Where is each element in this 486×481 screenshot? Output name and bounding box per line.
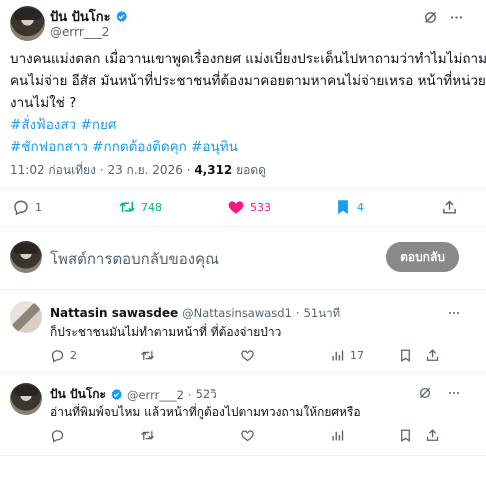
grok-icon[interactable]	[418, 386, 432, 400]
views-count: 17	[350, 349, 364, 362]
share-icon[interactable]	[425, 428, 440, 443]
reply-author-handle[interactable]: @errr___2	[127, 388, 184, 402]
tweet-body-line: บางคนแม่งตลก เมื่อวานเขาพูดเรื่องกยศ แม่…	[10, 51, 486, 67]
divider	[0, 226, 486, 227]
separator: ·	[186, 163, 191, 177]
tweet-date[interactable]: 23 ก.ย. 2026	[107, 163, 182, 177]
reply-author-handle[interactable]: @Nattasinsawasd1	[182, 306, 292, 320]
tweet-meta: 11:02 ก่อนเที่ยง · 23 ก.ย. 2026 · 4,312 …	[10, 161, 266, 180]
divider	[0, 455, 486, 456]
views-icon[interactable]	[330, 428, 345, 443]
reply-time[interactable]: 51นาที	[304, 305, 341, 323]
like-action[interactable]: 533	[227, 198, 271, 216]
views-count: 4,312	[194, 163, 233, 177]
like-icon[interactable]	[240, 348, 255, 363]
share-icon[interactable]	[441, 199, 458, 216]
bookmark-count: 4	[357, 200, 364, 214]
divider	[0, 372, 486, 373]
tweet-body: บางคนแม่งตลก เมื่อวานเขาพูดเรื่องกยศ แม่…	[10, 48, 486, 158]
verified-badge-icon	[115, 10, 127, 22]
reply-author-name[interactable]: Nattasin sawasdee	[50, 306, 178, 320]
bookmark-icon[interactable]	[398, 348, 413, 363]
repost-icon[interactable]	[140, 428, 155, 443]
reply-input[interactable]: โพสต์การตอบกลับของคุณ	[50, 247, 219, 271]
repost-icon	[119, 201, 135, 213]
views-label: ยอดดู	[236, 163, 266, 177]
reply-reply-action[interactable]: 2	[50, 348, 77, 363]
reply-header: Nattasin sawasdee @Nattasinsawasd1 · 51น…	[50, 305, 340, 323]
divider	[0, 188, 486, 189]
reply-text: อ่านที่พิมพ์จบไหม แล้วหน้าที่กูต้องไปตาม…	[50, 405, 361, 419]
reply-text: ก็ประชาชนมันไม่ทำตามหน้าที่ ที่ต้องจ่ายป…	[50, 325, 282, 339]
separator: ·	[295, 306, 300, 320]
reply-time[interactable]: 52วิ	[196, 386, 217, 404]
repost-action[interactable]: 748	[118, 198, 162, 216]
tweet-time[interactable]: 11:02 ก่อนเที่ยง	[10, 163, 96, 177]
separator: ·	[187, 387, 192, 402]
tweet-body-line: คนไม่จ่าย อีสัส มันหน้าที่ประชาชนที่ต้อง…	[10, 73, 486, 89]
separator: ·	[99, 163, 104, 177]
author-name-row: ปัน ปันโกะ	[50, 6, 128, 27]
reply-count: 2	[70, 349, 77, 362]
more-options-icon[interactable]	[447, 386, 461, 400]
reply-count: 1	[35, 200, 42, 214]
views-icon	[332, 350, 344, 361]
more-options-icon[interactable]	[449, 10, 464, 25]
bookmark-icon[interactable]	[398, 428, 413, 443]
repost-icon[interactable]	[140, 348, 155, 363]
reply-avatar[interactable]	[10, 301, 42, 333]
composer-avatar	[10, 241, 42, 273]
tweet-body-line: งานไม่ใช่ ?	[10, 95, 77, 111]
reply-icon[interactable]	[50, 428, 65, 443]
grok-icon[interactable]	[423, 10, 438, 25]
tweet-page: ปัน ปันโกะ @errr___2 บางคนแม่งตลก เมื่อว…	[0, 0, 486, 481]
author-handle[interactable]: @errr___2	[50, 25, 109, 39]
hashtag-line[interactable]: #ชักฟอกสาว #กกตต้องติดคุก #อนุทิน	[10, 136, 480, 158]
hashtag-line[interactable]: #สั่งฟ้องสว #กยศ	[10, 114, 480, 136]
views-action[interactable]: 17	[330, 348, 364, 363]
divider	[0, 289, 486, 290]
reply-icon	[51, 350, 64, 363]
author-avatar[interactable]	[10, 6, 45, 41]
bookmark-icon	[338, 200, 348, 215]
reply-author-name[interactable]: ปัน ปันโกะ	[50, 385, 106, 404]
reply-header: ปัน ปันโกะ @errr___2 · 52วิ	[50, 385, 217, 404]
reply-icon	[14, 200, 28, 216]
heart-icon	[228, 201, 244, 214]
author-name[interactable]: ปัน ปันโกะ	[50, 6, 111, 27]
reply-button[interactable]: ตอบกลับ	[386, 242, 459, 272]
reply-avatar[interactable]	[10, 383, 42, 415]
share-icon[interactable]	[425, 348, 440, 363]
like-icon[interactable]	[240, 428, 255, 443]
like-count: 533	[250, 200, 271, 214]
more-options-icon[interactable]	[447, 306, 461, 320]
repost-count: 748	[141, 200, 162, 214]
reply-action[interactable]: 1	[12, 198, 42, 216]
bookmark-action[interactable]: 4	[334, 198, 364, 216]
verified-badge-icon	[111, 388, 122, 400]
